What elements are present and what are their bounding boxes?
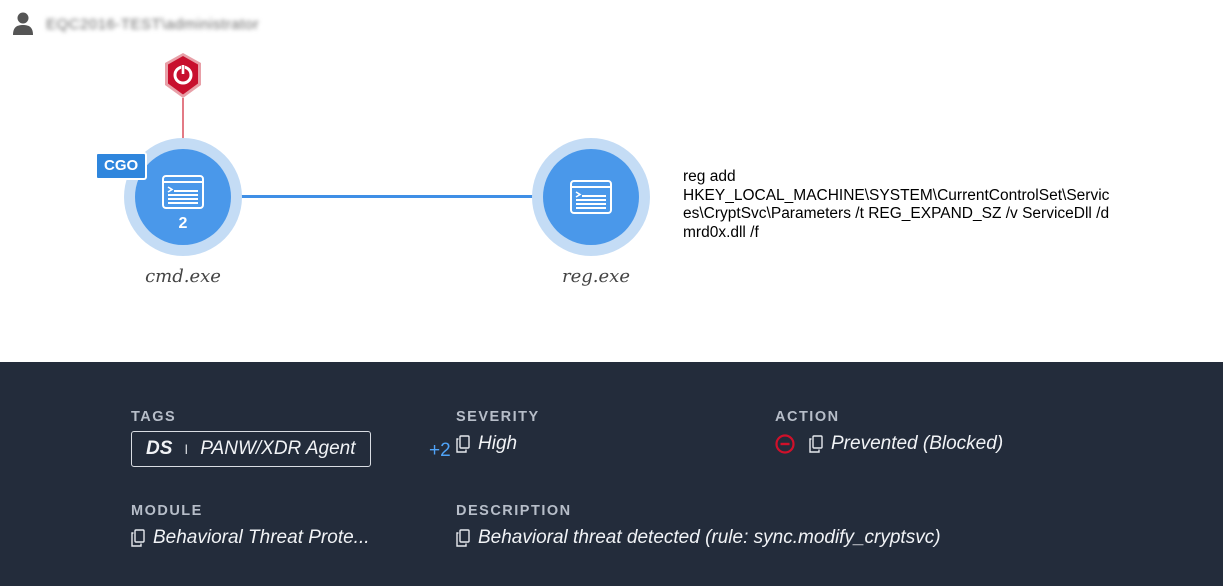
command-line-text: HKEY_LOCAL_MACHINE\SYSTEM\CurrentControl… <box>683 186 1110 204</box>
command-line-text: reg add <box>683 168 736 185</box>
process-name-reg: reg.exe <box>562 266 630 287</box>
module-value: Behavioral Threat Prote... <box>153 527 370 548</box>
copy-icon[interactable] <box>809 435 823 453</box>
tag-secondary: PANW/XDR Agent <box>200 438 356 459</box>
copy-icon[interactable] <box>456 435 470 453</box>
shield-alert-icon[interactable] <box>163 52 203 100</box>
cgo-badge: CGO <box>95 152 148 180</box>
process-window-icon <box>570 180 612 214</box>
module-section: MODULE Behavioral Threat Prote... <box>131 503 370 549</box>
severity-value: High <box>478 433 518 454</box>
process-node-reg[interactable] <box>532 138 650 256</box>
severity-section: SEVERITY High <box>456 409 540 455</box>
description-section: DESCRIPTION Behavioral threat detected (… <box>456 503 941 549</box>
causality-graph: 2 CGO cmd.exe reg.exe reg add HKEY_LOCAL… <box>0 0 1223 360</box>
module-label: MODULE <box>131 503 203 519</box>
command-line-text: es\CryptSvc\Parameters /t REG_EXPAND_SZ … <box>683 205 1110 222</box>
process-window-icon <box>162 175 204 209</box>
tag-separator: I <box>184 441 189 457</box>
more-tags-link[interactable]: +2 <box>429 440 451 462</box>
action-section: ACTION Prevented (Blocked) <box>775 409 1003 455</box>
tag-chip[interactable]: DS I PANW/XDR Agent <box>131 431 371 467</box>
alert-details-panel: TAGS DS I PANW/XDR Agent +2 SEVERITY Hig… <box>0 362 1223 586</box>
tags-label: TAGS <box>131 409 177 425</box>
blocked-icon <box>775 434 795 454</box>
copy-icon[interactable] <box>131 529 145 547</box>
severity-label: SEVERITY <box>456 409 540 425</box>
action-value: Prevented (Blocked) <box>831 433 1004 454</box>
process-edge <box>225 195 550 198</box>
process-name-cmd: cmd.exe <box>145 266 221 287</box>
action-label: ACTION <box>775 409 840 425</box>
process-count: 2 <box>178 215 188 232</box>
command-line: reg add HKEY_LOCAL_MACHINE\SYSTEM\Curren… <box>683 168 1203 242</box>
tag-primary: DS <box>146 438 173 459</box>
copy-icon[interactable] <box>456 529 470 547</box>
command-line-text: mrd0x.dll /f <box>683 223 759 241</box>
tags-section: TAGS DS I PANW/XDR Agent +2 <box>131 409 451 467</box>
description-label: DESCRIPTION <box>456 503 572 519</box>
description-value: Behavioral threat detected (rule: sync.m… <box>478 527 941 548</box>
